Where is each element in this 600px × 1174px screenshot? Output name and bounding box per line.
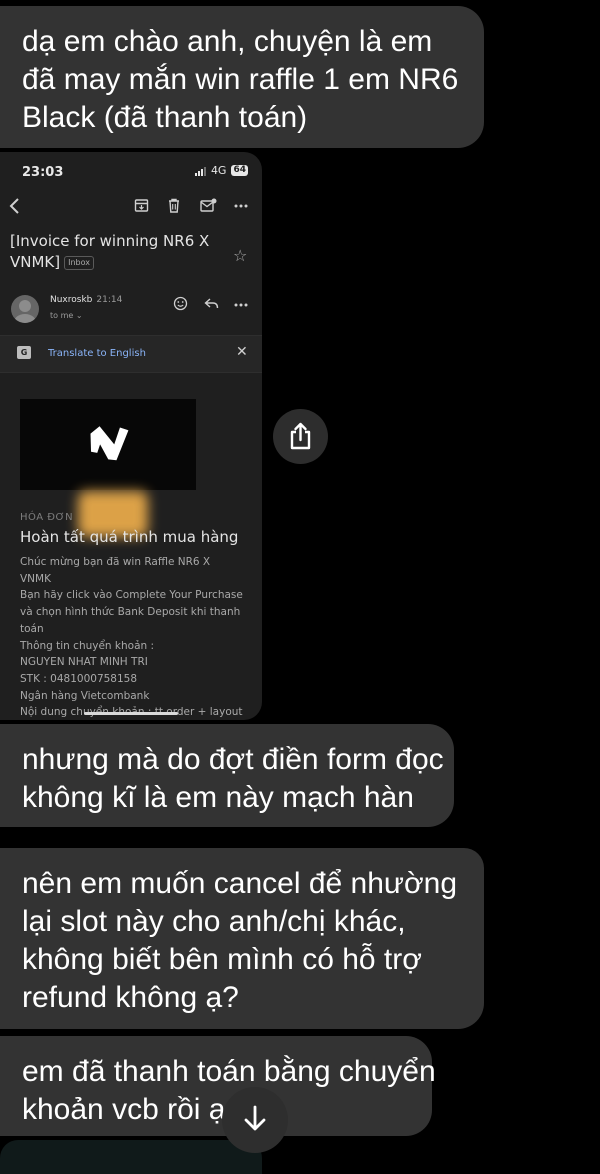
message-line: đã may mắn win raffle 1 em NR6 [22,63,459,96]
email-subject: [Invoice for winning NR6 X VNMK] Inbox [10,231,210,273]
scroll-to-bottom-button[interactable] [222,1087,288,1153]
email-subject-line: VNMK] [10,253,61,271]
share-button[interactable] [273,409,328,464]
reply-icon [204,298,219,309]
archive-icon [134,199,149,212]
back-arrow-icon [9,198,19,214]
signal-icon [194,166,206,176]
email-body-line: Ngân hàng Vietcombank [20,689,150,702]
mark-unread-icon [200,198,217,212]
brand-logo-icon [90,426,129,461]
email-body-line: VNMK [20,572,51,585]
email-heading: Hoàn tất quá trình mua hàng [20,528,239,546]
email-body-line: Thông tin chuyển khoản : [20,639,155,652]
translate-link: Translate to English [48,348,146,359]
section-label: HÓA ĐƠN [20,512,74,523]
close-icon: ✕ [236,344,248,360]
sent-time: 21:14 [96,295,123,305]
arrow-down-icon [244,1105,266,1131]
email-body-line: Chúc mừng bạn đã win Raffle NR6 X [20,556,211,568]
next-message-preview [0,1140,262,1174]
network-label: 4G [210,164,227,177]
status-bar-time: 23:03 [22,165,64,180]
sender-name: Nuxroskb [50,295,93,305]
inbox-label: Inbox [64,256,95,270]
emoji-icon [173,296,188,311]
message-line: dạ em chào anh, chuyện là em [22,25,433,58]
status-bar-indicators: 4G 64 [194,164,248,177]
avatar [11,295,39,323]
email-body-line: STK : 0481000758158 [20,672,138,685]
brand-banner [20,399,196,490]
message-line: lại slot này cho anh/chị khác, [22,905,406,938]
email-subject-line: [Invoice for winning NR6 X [10,232,210,250]
message-line: nên em muốn cancel để nhường [22,867,458,900]
email-body: Chúc mừng bạn đã win Raffle NR6 X VNMK B… [20,554,252,720]
message-line: em đã thanh toán bằng chuyển [22,1055,436,1088]
message-line: nhưng mà do đợt điền form đọc [22,743,444,776]
message-bubble-3[interactable]: nên em muốn cancel để nhường lại slot nà… [0,848,484,1029]
more-icon [234,204,248,208]
translate-icon: G [17,346,31,359]
sender-row: Nuxroskb 21:14 [50,295,122,305]
battery-icon: 64 [231,165,248,176]
message-bubble-1[interactable]: dạ em chào anh, chuyện là em đã may mắn … [0,6,484,148]
email-body-line: NGUYEN NHAT MINH TRI [20,656,148,669]
recipient-label: to me [50,311,74,320]
more-icon [234,303,248,307]
message-line: Black (đã thanh toán) [22,101,308,134]
message-line: không biết bên mình có hỗ trợ [22,943,422,976]
email-screenshot-image[interactable]: 23:03 4G 64 [Invoice for winning NR6 X V… [0,152,262,720]
trash-icon [169,198,179,213]
share-icon [290,422,311,450]
message-bubble-4[interactable]: em đã thanh toán bằng chuyển khoản vcb r… [0,1036,436,1136]
star-icon: ☆ [233,246,248,265]
recipient-row: to me ⌄ [50,311,83,320]
translate-bar: G Translate to English ✕ [0,335,262,373]
message-line: refund không ạ? [22,981,239,1014]
email-body-line: toán [20,622,44,635]
email-body-line: và chọn hình thức Bank Deposit khi thanh [20,606,241,619]
email-body-line: Bạn hãy click vào Complete Your Purchase [20,589,243,602]
message-line: không kĩ là em này mạch hàn [22,781,414,814]
home-indicator [84,712,178,715]
message-bubble-2[interactable]: nhưng mà do đợt điền form đọc không kĩ l… [0,724,454,827]
